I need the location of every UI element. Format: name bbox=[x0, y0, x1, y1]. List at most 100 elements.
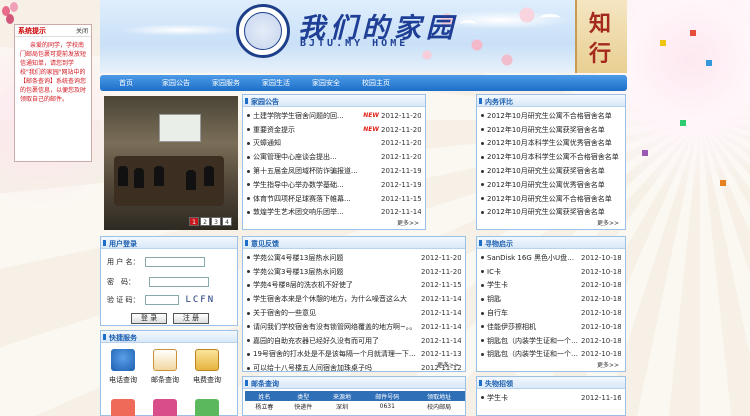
list-item[interactable]: 19号宿舍的打水处是不是该每隔一个月就清理一下内... 2012-11-13 bbox=[247, 348, 461, 362]
list-item[interactable]: 可以给十八号楼五人间宿舍加珠桌子吗 2012-11-12 bbox=[247, 361, 461, 375]
nav-services[interactable]: 家园服务 bbox=[202, 78, 250, 88]
list-item-title[interactable]: 学苑公寓4号楼13层热水问题 bbox=[253, 253, 421, 263]
list-item[interactable]: 2012年10月本科学生公寓优秀宿舍名单 bbox=[481, 137, 621, 151]
list-item-date: 2012-10-18 bbox=[581, 295, 621, 304]
review-more-link[interactable]: 更多>> bbox=[597, 218, 619, 227]
list-item[interactable]: 学生卡 2012-10-18 bbox=[481, 279, 621, 293]
list-item[interactable]: 学生指导中心举办数学基础... 2012-11-19 bbox=[247, 178, 421, 192]
list-item[interactable]: 公寓管理中心座谈会提出... 2012-11-20 bbox=[247, 150, 421, 164]
list-item-title[interactable]: IC卡 bbox=[487, 267, 581, 277]
service-icon[interactable] bbox=[111, 399, 135, 416]
service-icon[interactable] bbox=[195, 399, 219, 416]
list-item-title[interactable]: 可以给十八号楼五人间宿舍加珠桌子吗 bbox=[253, 363, 421, 373]
list-item-title[interactable]: 自行车 bbox=[487, 308, 581, 318]
list-item-title[interactable]: 佳能伊莎擦相机 bbox=[487, 322, 581, 332]
list-item[interactable]: 敦煌学生艺术团交响乐团举... 2012-11-14 bbox=[247, 206, 421, 220]
list-item[interactable]: 关于宿舍的一些意见 2012-11-14 bbox=[247, 306, 461, 320]
list-item[interactable]: 2012年10月研究生公寓不合格宿舍名单 bbox=[481, 109, 621, 123]
calculator-icon[interactable] bbox=[195, 349, 219, 371]
captcha-input[interactable] bbox=[145, 295, 180, 305]
list-item-title[interactable]: 公寓管理中心座谈会提出... bbox=[253, 152, 381, 162]
list-item-title[interactable]: 学苑4号楼8层的洗衣机不好使了 bbox=[253, 280, 421, 290]
announce-more-link[interactable]: 更多>> bbox=[397, 218, 419, 227]
list-item-title[interactable]: 2012年10月研究生公寓获奖宿舍名单 bbox=[487, 125, 621, 135]
list-item[interactable]: 2012年10月研究生公寓不合格宿舍名单 bbox=[481, 192, 621, 206]
quick-electricity-label[interactable]: 电费查询 bbox=[187, 375, 227, 385]
list-item[interactable]: IC卡 2012-10-18 bbox=[481, 265, 621, 279]
captcha-image[interactable]: LCFN bbox=[185, 295, 215, 305]
feedback-more-link[interactable]: 更多>> bbox=[437, 360, 459, 369]
list-item-title[interactable]: 钥匙包（内装学生证和一个U盘） bbox=[487, 336, 581, 346]
list-item-title[interactable]: 钥匙 bbox=[487, 294, 581, 304]
list-item-date: 2012-10-18 bbox=[581, 281, 621, 290]
list-item-title[interactable]: 钥匙包（内装学生证和一个U盘） bbox=[487, 349, 581, 359]
quick-phone-label[interactable]: 电话查询 bbox=[103, 375, 143, 385]
list-item[interactable]: 2012年10月研究生公寓获奖宿舍名单 bbox=[481, 164, 621, 178]
list-item-title[interactable]: 第十五届金凤团域杯防诈骗报道... bbox=[253, 166, 381, 176]
list-item[interactable]: 学苑公寓3号楼13层热水问题 2012-11-20 bbox=[247, 265, 461, 279]
nav-safety[interactable]: 家园安全 bbox=[302, 78, 350, 88]
nav-life[interactable]: 家园生活 bbox=[252, 78, 300, 88]
list-item-title[interactable]: 2012年10月本科学生公寓优秀宿舍名单 bbox=[487, 138, 621, 148]
list-item-title[interactable]: 2012年10月研究生公寓获奖宿舍名单 bbox=[487, 207, 621, 217]
list-item-title[interactable]: 2012年10月研究生公寓不合格宿舍名单 bbox=[487, 194, 621, 204]
notice-close-button[interactable]: 关闭 bbox=[76, 26, 88, 35]
slide-page-button[interactable]: 1 bbox=[189, 217, 199, 226]
list-item-title[interactable]: 2012年10月研究生公寓优秀宿舍名单 bbox=[487, 180, 621, 190]
list-item[interactable]: 请问我们学校宿舍有没有锁管网络覆盖的地方啊~。。 2012-11-14 bbox=[247, 320, 461, 334]
slide-page-button[interactable]: 4 bbox=[222, 217, 232, 226]
list-item-title[interactable]: 体育节四项杯足球赛落下帷幕... bbox=[253, 194, 381, 204]
list-item[interactable]: SanDisk 16G 黑色小U盘，有贺...2012-10-18 bbox=[481, 251, 621, 265]
password-input[interactable] bbox=[149, 277, 209, 287]
login-button[interactable]: 登 录 bbox=[131, 313, 167, 324]
list-item-title[interactable]: 2012年10月本科学生公寓不合格宿舍名单 bbox=[487, 152, 621, 162]
lost-more-link[interactable]: 更多>> bbox=[597, 360, 619, 369]
list-item[interactable]: 体育节四项杯足球赛落下帷幕... 2012-11-15 bbox=[247, 192, 421, 206]
list-item-title[interactable]: 2012年10月研究生公寓不合格宿舍名单 bbox=[487, 111, 621, 121]
list-item-title[interactable]: 学生卡 bbox=[487, 280, 581, 290]
list-item[interactable]: 嘉园的自助充农器已经好久没有而可用了 2012-11-14 bbox=[247, 334, 461, 348]
list-item-title[interactable]: 灭蟑通知 bbox=[253, 138, 381, 148]
list-item-title[interactable]: 2012年10月研究生公寓获奖宿舍名单 bbox=[487, 166, 621, 176]
list-item-title[interactable]: 嘉园的自助充农器已经好久没有而可用了 bbox=[253, 336, 421, 346]
username-input[interactable] bbox=[145, 257, 206, 267]
nav-announcements[interactable]: 家园公告 bbox=[152, 78, 200, 88]
phone-icon[interactable] bbox=[111, 349, 135, 371]
list-item[interactable]: 2012年10月研究生公寓优秀宿舍名单 bbox=[481, 178, 621, 192]
mail-icon[interactable] bbox=[153, 349, 177, 371]
list-item-title[interactable]: 请问我们学校宿舍有没有锁管网络覆盖的地方啊~。。 bbox=[253, 322, 421, 332]
list-item[interactable]: 第十五届金凤团域杯防诈骗报道... 2012-11-19 bbox=[247, 164, 421, 178]
list-item[interactable]: 佳能伊莎擦相机 2012-10-18 bbox=[481, 320, 621, 334]
list-item[interactable]: 钥匙包（内装学生证和一个U盘） 2012-10-18 bbox=[481, 334, 621, 348]
nav-home[interactable]: 首页 bbox=[102, 78, 150, 88]
nav-campus[interactable]: 校园主页 bbox=[352, 78, 400, 88]
list-item[interactable]: 土建学院学生宿舍问题的回... NEW 2012-11-20 bbox=[247, 109, 421, 123]
list-item[interactable]: 钥匙 2012-10-18 bbox=[481, 292, 621, 306]
list-item[interactable]: 学苑4号楼8层的洗衣机不好使了 2012-11-15 bbox=[247, 279, 461, 293]
slideshow-photo[interactable]: 1 2 3 4 bbox=[104, 96, 238, 230]
list-item-title[interactable]: 重要资金提示 bbox=[253, 125, 361, 135]
quick-mail-label[interactable]: 邮条查询 bbox=[145, 375, 185, 385]
list-item-title[interactable]: 学生宿舍本来是个休憩的地方，为什么噪音这么大 bbox=[253, 294, 421, 304]
list-item-title[interactable]: SanDisk 16G 黑色小U盘，有贺... bbox=[487, 253, 581, 263]
list-item[interactable]: 灭蟑通知 2012-11-20 bbox=[247, 137, 421, 151]
list-item-title[interactable]: 关于宿舍的一些意见 bbox=[253, 308, 421, 318]
list-item[interactable]: 2012年10月研究生公寓获奖宿舍名单 bbox=[481, 123, 621, 137]
list-item-title[interactable]: 土建学院学生宿舍问题的回... bbox=[253, 111, 361, 121]
register-button[interactable]: 注 册 bbox=[173, 313, 209, 324]
list-item-title[interactable]: 学生卡 bbox=[487, 393, 581, 403]
list-item[interactable]: 2012年10月本科学生公寓不合格宿舍名单 bbox=[481, 150, 621, 164]
list-item-title[interactable]: 19号宿舍的打水处是不是该每隔一个月就清理一下内... bbox=[253, 349, 421, 359]
list-item[interactable]: 学生宿舍本来是个休憩的地方，为什么噪音这么大 2012-11-14 bbox=[247, 292, 461, 306]
list-item[interactable]: 自行车 2012-10-18 bbox=[481, 306, 621, 320]
list-item-title[interactable]: 敦煌学生艺术团交响乐团举... bbox=[253, 207, 381, 217]
list-item-title[interactable]: 学生指导中心举办数学基础... bbox=[253, 180, 381, 190]
list-item-title[interactable]: 学苑公寓3号楼13层热水问题 bbox=[253, 267, 421, 277]
service-icon[interactable] bbox=[153, 399, 177, 416]
table-row[interactable]: 杨立春 快递件 深圳 0631 校内邮局 bbox=[245, 401, 465, 411]
slide-page-button[interactable]: 2 bbox=[200, 217, 210, 226]
slide-page-button[interactable]: 3 bbox=[211, 217, 221, 226]
list-item[interactable]: 学生卡 2012-11-16 bbox=[481, 391, 621, 405]
list-item[interactable]: 学苑公寓4号楼13层热水问题 2012-11-20 bbox=[247, 251, 461, 265]
list-item[interactable]: 重要资金提示 NEW 2012-11-20 bbox=[247, 123, 421, 137]
